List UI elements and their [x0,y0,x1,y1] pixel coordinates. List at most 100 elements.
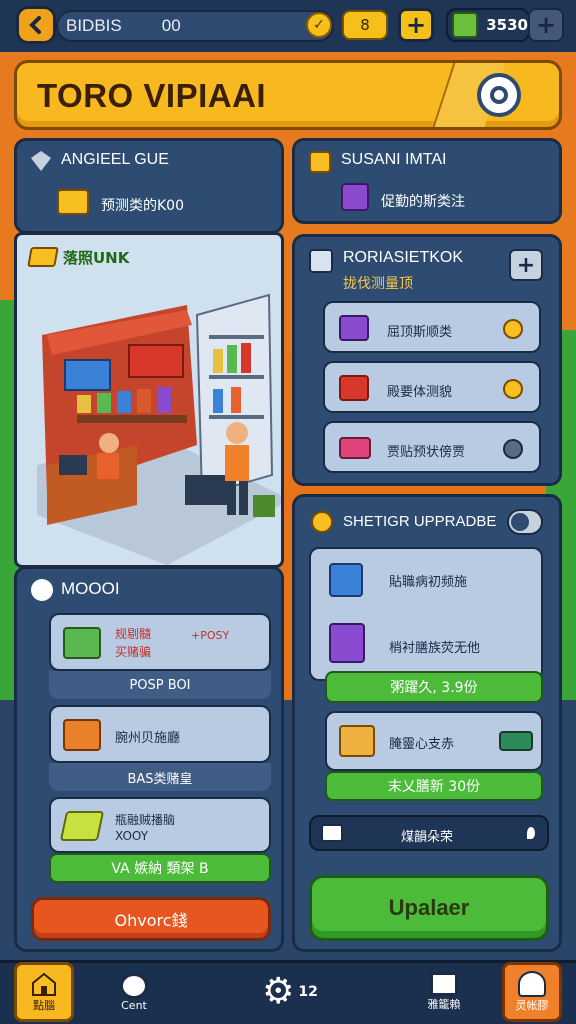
deal-line1: 瓶融贼播脑 [115,813,176,827]
nav-label: 雅籠賴 [427,998,461,1011]
player-name: BIDBIS [66,16,122,35]
gem-icon [31,151,51,171]
profile-button[interactable] [477,73,521,117]
right-mid-panel: RORIASIETKOK 拢伐测量顶 + 屈顶斯顺类 殿要体测貌 贾贴预状傍贾 [292,234,562,486]
toggle-knob [511,513,529,531]
home-icon [32,972,56,996]
resource-counter: 8 [342,10,388,40]
cash-value: 3530 [486,16,528,34]
ticket-icon [27,247,59,267]
nav-label: Cent [121,998,147,1012]
shop-item-1[interactable]: 屈顶斯顺类 [323,301,541,353]
nav-shop[interactable]: 雅籠賴 [414,962,474,1022]
deal-card-3[interactable]: 瓶融贼播脑 XOOY [49,797,271,853]
nav-home[interactable]: 點腦 [14,962,74,1022]
banner-title: TORO VIPIAAI [37,77,267,114]
back-button[interactable] [16,6,56,44]
nav-profile[interactable]: 灵帐膠 [502,962,562,1022]
upgrade-item-label: 梢衬膳族荧无他 [389,641,481,656]
coin-icon [503,379,523,399]
box-icon [309,151,331,173]
crate-yellow-icon [339,725,375,757]
nav-label: 灵帐膠 [515,999,549,1012]
add-cash-button[interactable]: + [528,8,564,42]
deal-line1: 规剔髓 [115,627,152,641]
nav-center[interactable]: Cent [104,962,164,1022]
cash-small-icon [499,731,533,751]
right-top-title: SUSANI IMTAI [341,151,447,168]
pin-icon [527,827,535,839]
right-top-panel: SUSANI IMTAI 促勤的斯类注 [292,138,562,224]
toggle-switch[interactable] [507,509,543,535]
deal-price: +POSY [191,629,230,642]
shop-item-label: 贾贴预状傍贾 [387,445,466,460]
deal-bar-2: BAS类赌皇 [49,763,271,791]
cash-counter: 3530 [446,8,530,42]
nav-settings[interactable]: ⚙ 12 [260,962,320,1022]
gold-crate-icon [57,189,89,215]
shop-item-3[interactable]: 贾贴预状傍贾 [323,421,541,473]
upgrade-button[interactable]: Upalaer [309,875,549,941]
character-icon [518,971,546,997]
store-illustration [37,293,281,565]
crate-orange-icon [63,719,101,751]
shop-item-label: 屈顶斯顺类 [387,325,453,340]
upgrade-item-label: 腌靈心支赤 [389,737,455,752]
deal-bar-3[interactable]: VA 嫉納 類架 B [49,853,271,883]
deal-card-2[interactable]: 腕州贝施廳 [49,705,271,763]
store-scene[interactable]: 落照UNK [14,232,284,568]
shop-item-label: 殿要体测貌 [387,385,453,400]
left-bottom-title: MOOOI [61,579,120,598]
left-bottom-panel: MOOOI 规剔髓 买赌骗 +POSY POSP BOI 腕州贝施廳 BAS类赌… [14,566,284,952]
shop-nav-icon [430,972,458,996]
player-name-pill: BIDBIS 00 [56,10,334,42]
lock-coin-icon [503,439,523,459]
info-label: 煤韻朵荣 [401,830,454,845]
profile-icon [490,86,508,104]
gear-icon: ⚙ [262,971,295,1012]
coin-icon [503,319,523,339]
gift-purple-icon [339,315,369,341]
deal-bar-1: POSP BOI [49,671,271,699]
action-button[interactable]: Ohvorc錢 [31,897,271,941]
cash-icon [452,12,479,38]
add-resource-button[interactable]: + [398,8,434,42]
deal-line2: 买赌骗 [115,645,152,659]
box-blue-icon [329,563,363,597]
upgrade-card-2[interactable]: 腌靈心支赤 [325,711,543,771]
upgrade-card[interactable]: 貼職病初频施 梢衬膳族荧无他 [309,547,543,681]
deal-line1: 腕州贝施廳 [115,731,181,746]
left-top-panel: ANGIEEL GUE 预测类的K00 [14,138,284,234]
add-item-button[interactable]: + [509,249,543,281]
globe-icon [120,972,148,999]
upgrade-cost-bar[interactable]: 粥躍久, 3.9份 [325,671,543,703]
right-bottom-panel: SHETIGR UPPRADBE 貼職病初频施 梢衬膳族荧无他 粥躍久, 3.9… [292,494,562,952]
player-value: 00 [161,16,181,35]
deal-line2: XOOY [115,829,149,843]
box-pink-icon [339,437,371,459]
ticket-green-icon [59,811,105,841]
shop-icon [309,249,333,273]
nav-label: 點腦 [33,999,55,1012]
right-top-subtitle: 促勤的斯类注 [381,194,465,210]
calendar-icon [321,824,343,842]
chevron-left-icon [29,16,41,34]
right-mid-title: RORIASIETKOK [343,249,464,266]
title-banner: TORO VIPIAAI [14,60,562,130]
left-top-title: ANGIEEL GUE [61,151,169,168]
gift-red-icon [339,375,369,401]
gift-icon [341,183,369,211]
nav-label: 12 [298,984,318,1000]
upgrade-item-label: 貼職病初频施 [389,575,468,590]
shop-item-2[interactable]: 殿要体测貌 [323,361,541,413]
info-row[interactable]: 煤韻朵荣 [309,815,549,851]
right-bottom-title: SHETIGR UPPRADBE [343,513,497,530]
right-mid-subtitle: 拢伐测量顶 [343,276,413,292]
sun-icon [311,511,333,533]
gift-green-icon [63,627,101,659]
stack-icon [329,623,365,663]
deal-card-1[interactable]: 规剔髓 买赌骗 +POSY [49,613,271,671]
upgrade-cost-bar-2[interactable]: 末乂膳新 30份 [325,771,543,801]
badge-icon [31,579,53,601]
check-icon: ✓ [306,12,332,38]
